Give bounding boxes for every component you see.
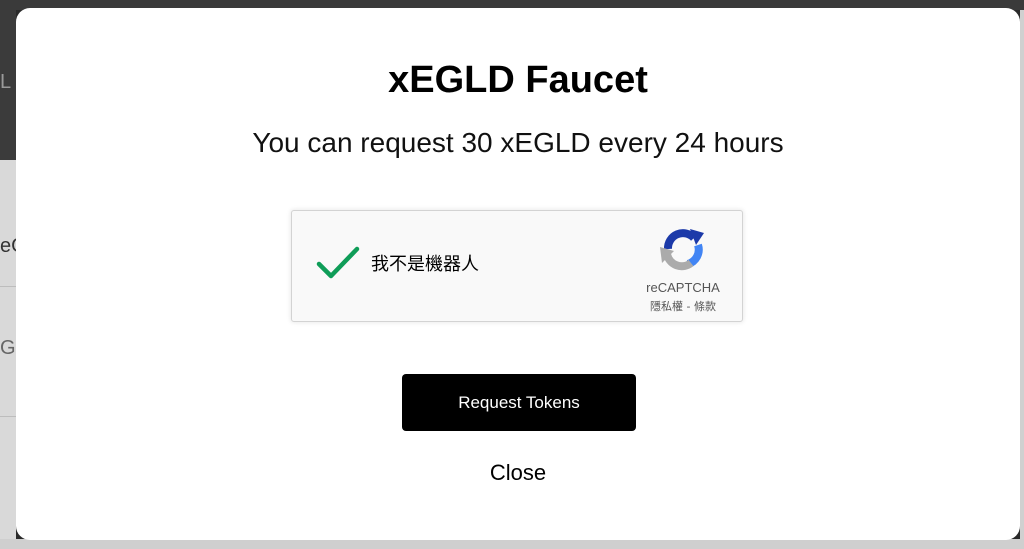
close-button[interactable]: Close	[448, 458, 588, 488]
privacy-link[interactable]: 隱私權	[650, 300, 683, 313]
modal-subtitle: You can request 30 xEGLD every 24 hours	[252, 127, 784, 158]
checkmark-icon	[316, 246, 360, 279]
background-bottom-strip	[0, 539, 1024, 549]
background-divider	[0, 416, 16, 417]
recaptcha-widget: 我不是機器人 reCAPTCHA 隱私權 - 條款	[291, 210, 743, 322]
background-peek-text: G	[0, 337, 16, 359]
recaptcha-links: 隱私權 - 條款	[622, 301, 744, 312]
recaptcha-label: 我不是機器人	[371, 254, 479, 275]
background-peek-text: L	[0, 71, 12, 93]
background-right-panel	[1020, 10, 1024, 549]
recaptcha-checkbox[interactable]	[316, 245, 360, 281]
link-separator: -	[683, 300, 694, 313]
request-tokens-button[interactable]: Request Tokens	[402, 374, 636, 431]
background-divider	[0, 286, 16, 287]
recaptcha-logo-icon	[660, 229, 704, 271]
modal-title: xEGLD Faucet	[388, 59, 648, 101]
terms-link[interactable]: 條款	[694, 300, 716, 313]
faucet-modal: xEGLD Faucet You can request 30 xEGLD ev…	[16, 8, 1020, 540]
recaptcha-brand: reCAPTCHA	[646, 280, 720, 295]
